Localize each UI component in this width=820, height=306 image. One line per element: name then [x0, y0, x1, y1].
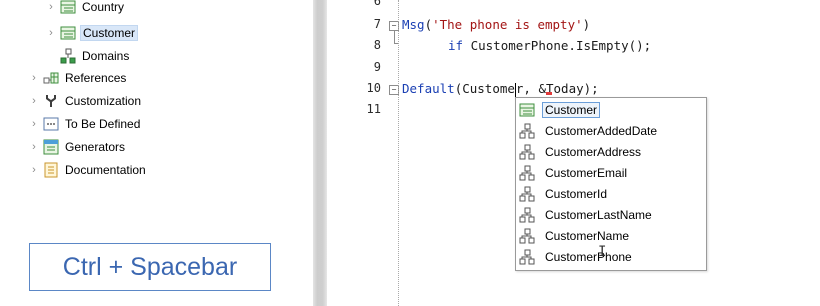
attribute-icon [519, 228, 535, 244]
tree-item-label: Customization [65, 94, 142, 108]
fold-guide [394, 31, 395, 43]
autocomplete-item-label: CustomerName [545, 228, 630, 243]
table-icon [60, 25, 76, 41]
kb-explorer-panel: › Country › Customer Domains › Reference… [0, 0, 313, 306]
code-text: (Custome [454, 81, 515, 96]
tree-item-documentation[interactable]: › Documentation [29, 159, 148, 181]
line-number: 8 [373, 38, 381, 52]
code-string: 'The phone is empty' [432, 17, 583, 32]
tree-item-label: Generators [65, 140, 126, 154]
chevron-right-icon[interactable]: › [46, 1, 56, 13]
references-icon [43, 70, 59, 86]
autocomplete-popup[interactable]: Customer CustomerAddedDate CustomerAddre… [515, 97, 707, 271]
table-icon [60, 0, 76, 15]
tree-item-label: To Be Defined [65, 117, 141, 131]
autocomplete-item-label: CustomerAddress [545, 144, 642, 159]
autocomplete-item-label: CustomerId [545, 186, 608, 201]
code-keyword: if [448, 38, 464, 53]
code-text: r, &Today); [515, 81, 599, 96]
tree-item-label: Domains [82, 49, 130, 63]
tree-item-to-be-defined[interactable]: › To Be Defined [29, 113, 142, 135]
domains-icon [60, 48, 76, 64]
code-punct: ) [582, 17, 591, 32]
autocomplete-item[interactable]: CustomerAddress [519, 141, 641, 162]
code-text: CustomerPhone.IsEmpty(); [463, 38, 652, 53]
autocomplete-item[interactable]: CustomerAddedDate [519, 120, 657, 141]
line-number: 7 [373, 17, 381, 31]
attribute-icon [519, 165, 535, 181]
error-marker [546, 92, 552, 95]
code-line-8: if CustomerPhone.IsEmpty(); [448, 38, 651, 53]
tree-item-country[interactable]: › Country [46, 0, 126, 18]
attribute-icon [519, 123, 535, 139]
transaction-icon [519, 102, 535, 118]
autocomplete-item[interactable]: CustomerLastName [519, 204, 652, 225]
line-number: 9 [373, 60, 381, 74]
tree-item-customer[interactable]: › Customer [46, 22, 139, 44]
attribute-icon [519, 207, 535, 223]
attribute-icon [519, 186, 535, 202]
editor-margin-line [398, 0, 399, 306]
chevron-right-icon[interactable]: › [29, 118, 39, 130]
mouse-ibeam-cursor-icon: I [598, 244, 607, 260]
autocomplete-item-label: Customer [542, 101, 601, 118]
tree-item-domains[interactable]: Domains [56, 45, 131, 67]
tree-item-label: Customer [80, 25, 139, 41]
tree-item-label: References [65, 71, 127, 85]
autocomplete-item[interactable]: Customer [519, 99, 601, 120]
autocomplete-item-label: CustomerLastName [545, 207, 652, 222]
autocomplete-item-label: CustomerPhone [545, 249, 632, 264]
code-keyword: Msg [402, 17, 425, 32]
autocomplete-item[interactable]: CustomerPhone [519, 246, 632, 267]
tree-item-label: Country [82, 0, 125, 14]
attribute-icon [519, 144, 535, 160]
tree-item-label: Documentation [65, 163, 146, 177]
tree-item-generators[interactable]: › Generators [29, 136, 127, 158]
line-number: 11 [366, 102, 381, 116]
panel-splitter[interactable] [313, 0, 327, 306]
chevron-right-icon[interactable]: › [29, 95, 39, 107]
chevron-right-icon[interactable]: › [29, 72, 39, 84]
documentation-icon [43, 162, 59, 178]
autocomplete-item[interactable]: CustomerName [519, 225, 629, 246]
code-keyword: Default [402, 81, 455, 96]
line-number: 6 [373, 0, 381, 8]
chevron-right-icon[interactable]: › [29, 164, 39, 176]
autocomplete-item[interactable]: CustomerEmail [519, 162, 627, 183]
autocomplete-item[interactable]: CustomerId [519, 183, 607, 204]
shortcut-overlay-label: Ctrl + Spacebar [29, 243, 271, 291]
generators-icon [43, 139, 59, 155]
tree-item-customization[interactable]: › Customization [29, 90, 143, 112]
chevron-right-icon[interactable]: › [46, 27, 56, 39]
customization-icon [43, 93, 59, 109]
tree-item-references[interactable]: › References [29, 67, 128, 89]
code-punct: ( [424, 17, 433, 32]
to-be-defined-icon [43, 116, 59, 132]
autocomplete-item-label: CustomerEmail [545, 165, 628, 180]
line-number: 10 [366, 81, 381, 95]
attribute-icon [519, 249, 535, 265]
code-line-10: Default(Customer, &Today); [402, 81, 599, 97]
autocomplete-item-label: CustomerAddedDate [545, 123, 658, 138]
code-line-7: Msg('The phone is empty') [402, 17, 590, 32]
chevron-right-icon[interactable]: › [29, 141, 39, 153]
